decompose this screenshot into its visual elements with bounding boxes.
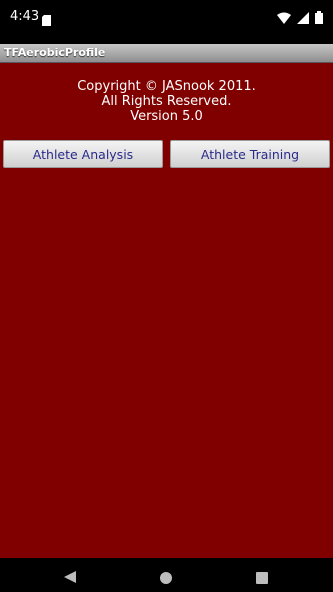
version-line: Version 5.0 bbox=[130, 109, 203, 124]
status-time: 4:43 bbox=[10, 9, 40, 24]
recent-apps-icon[interactable] bbox=[256, 569, 268, 588]
back-icon[interactable] bbox=[64, 568, 76, 587]
battery-icon bbox=[315, 9, 323, 28]
copyright-line: Copyright © JASnook 2011. bbox=[77, 79, 256, 94]
sd-card-icon bbox=[42, 11, 51, 30]
main-content: Copyright © JASnook 2011. All Rights Res… bbox=[0, 63, 333, 558]
status-bar: 4:43 bbox=[0, 0, 333, 40]
athlete-training-button[interactable]: Athlete Training bbox=[170, 140, 330, 168]
app-title: TFAerobicProfile bbox=[4, 46, 106, 59]
athlete-analysis-button[interactable]: Athlete Analysis bbox=[3, 140, 163, 168]
status-icons bbox=[277, 9, 323, 27]
wifi-icon bbox=[277, 9, 291, 28]
home-icon[interactable] bbox=[160, 569, 172, 588]
navigation-bar bbox=[0, 558, 333, 592]
rights-line: All Rights Reserved. bbox=[101, 94, 232, 109]
signal-icon bbox=[297, 9, 309, 28]
copyright-block: Copyright © JASnook 2011. All Rights Res… bbox=[0, 79, 333, 124]
app-title-bar: TFAerobicProfile bbox=[0, 44, 333, 63]
